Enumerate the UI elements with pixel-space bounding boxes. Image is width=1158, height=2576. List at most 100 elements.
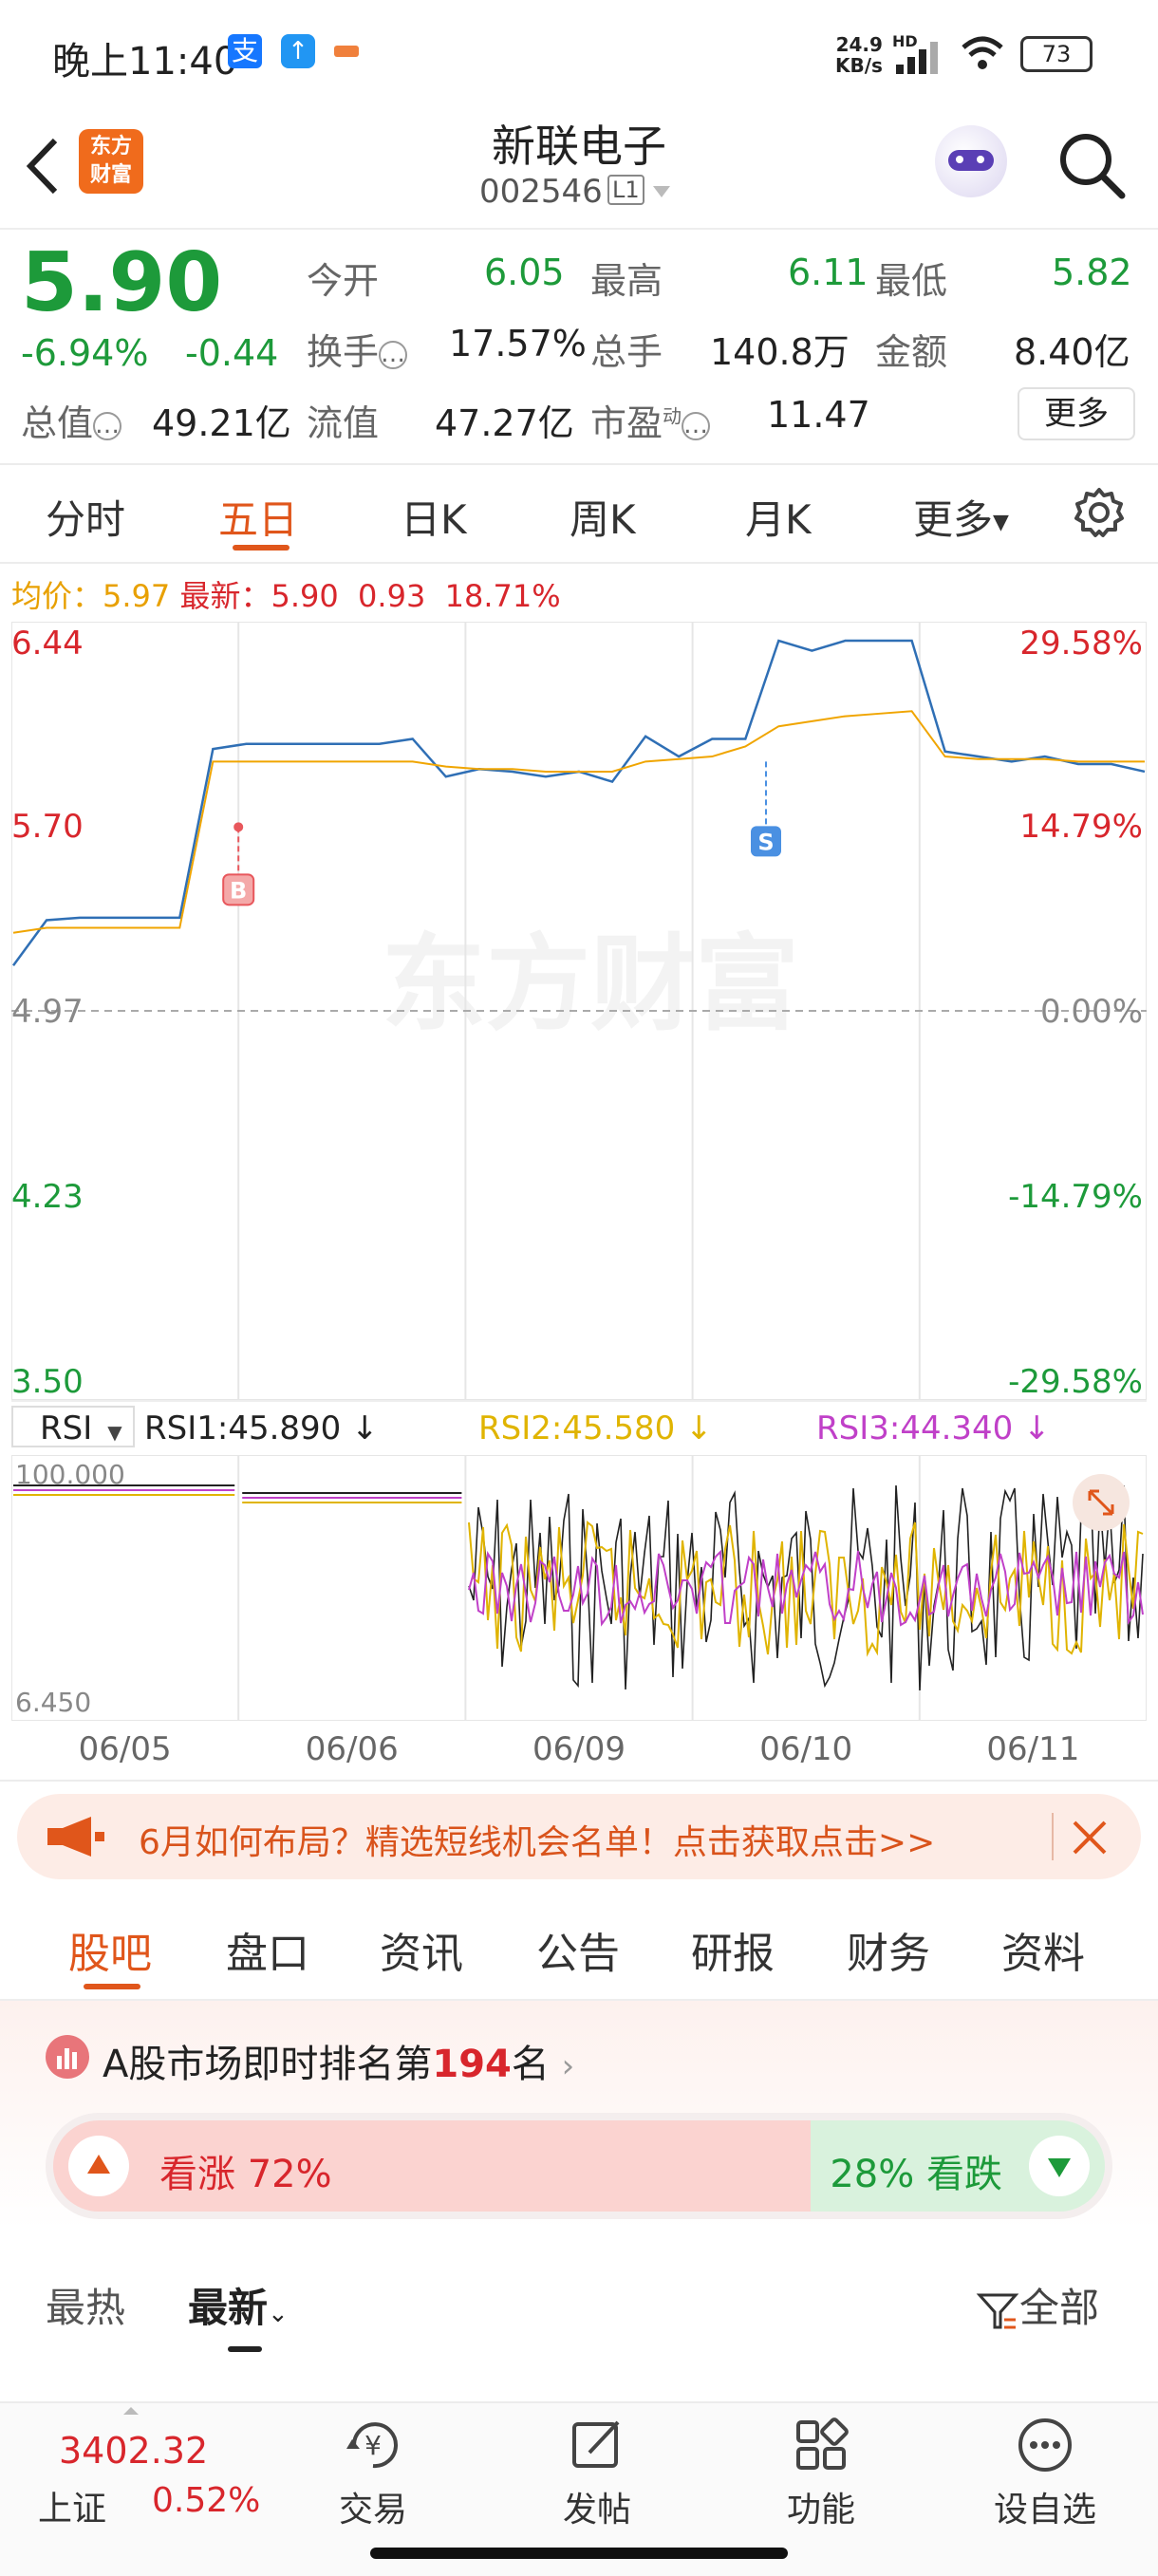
index-change[interactable]: 0.52%	[152, 2481, 260, 2520]
series-line-latest	[11, 639, 1146, 966]
level-badge[interactable]: L1	[607, 175, 644, 205]
tab-guba[interactable]: 股吧	[68, 1919, 152, 1980]
close-icon[interactable]	[1069, 1817, 1111, 1858]
ad-text: 6月如何布局？精选短线机会名单！点击获取点击>>	[139, 1823, 936, 1862]
tab-monthly-k[interactable]: 月K	[745, 488, 812, 546]
indicator-name: RSI	[40, 1409, 93, 1447]
y-left-tick: 3.50	[11, 1363, 84, 1400]
y-right-tick: 29.58%	[1019, 625, 1143, 663]
y-left-tick: 4.23	[11, 1178, 84, 1216]
tab-active-indicator	[228, 2346, 262, 2352]
dropdown-icon: ▼	[993, 511, 1009, 534]
filter-button[interactable]: 全部	[976, 2276, 1099, 2334]
volume-value: 140.8万	[710, 331, 850, 373]
bearish-label: 28% 看跌	[830, 2153, 1002, 2196]
float-cap-label: 流值	[307, 402, 380, 444]
chart-period-tabs: 分时 五日 日K 周K 月K 更多▼	[0, 465, 1158, 560]
rsi3-value: RSI3:44.340 ↓	[816, 1409, 1051, 1447]
up-arrow-icon	[68, 2136, 129, 2196]
tab-research[interactable]: 研报	[691, 1919, 775, 1980]
amount-value: 8.40亿	[1014, 331, 1130, 373]
expand-icon[interactable]	[1073, 1474, 1130, 1531]
index-name[interactable]: 上证	[38, 2481, 106, 2530]
date-tick: 06/09	[532, 1730, 626, 1768]
date-axis: 06/05 06/06 06/09 06/10 06/11	[11, 1723, 1147, 1780]
stock-header: 东方 财富 新联电子 002546 L1	[0, 104, 1158, 230]
date-tick: 06/10	[759, 1730, 853, 1768]
info-icon: …	[379, 339, 408, 369]
signal-icon	[896, 42, 938, 74]
info-icon: …	[93, 410, 122, 440]
nav-functions[interactable]: 功能	[750, 2417, 892, 2531]
total-cap-value: 49.21亿	[152, 402, 291, 444]
trade-yen-icon: ¥	[346, 2422, 398, 2469]
tab-active-indicator	[233, 545, 290, 551]
float-cap-value: 47.27亿	[435, 402, 574, 444]
high-label: 最高	[590, 260, 663, 302]
sentiment-section: A股市场即时排名第194名 › 看涨 72% 28% 看跌	[0, 2001, 1158, 2229]
sell-marker-label: S	[757, 829, 774, 855]
down-arrow-icon	[1028, 2136, 1090, 2196]
tab-intraday[interactable]: 分时	[46, 488, 125, 546]
assistant-robot-icon[interactable]	[935, 125, 1007, 197]
watermark: 东方财富	[382, 924, 799, 1045]
index-value[interactable]: 3402.32	[59, 2430, 208, 2472]
ranking-chart-icon	[46, 2035, 89, 2079]
dropdown-icon: ▼	[107, 1421, 122, 1444]
megaphone-icon	[47, 1817, 104, 1857]
tab-more[interactable]: 更多▼	[913, 488, 1009, 546]
grid-apps-icon	[796, 2417, 849, 2470]
rsi-chart[interactable]: 100.000 6.450	[11, 1455, 1147, 1721]
nav-trade[interactable]: ¥ 交易	[302, 2417, 444, 2531]
turnover-label[interactable]: 换手…	[307, 323, 408, 375]
bearish-bar[interactable]: 28% 看跌	[810, 2120, 1105, 2212]
total-cap-label[interactable]: 总值…	[21, 394, 122, 446]
y-right-tick: -14.79%	[1008, 1178, 1143, 1216]
tab-daily-k[interactable]: 日K	[401, 488, 467, 546]
dropdown-icon[interactable]	[651, 184, 672, 199]
tab-five-day[interactable]: 五日	[218, 488, 298, 546]
status-time: 晚上11:40	[52, 40, 238, 84]
rsi-top-label: 100.000	[15, 1459, 125, 1490]
y-right-tick: -29.58%	[1008, 1363, 1143, 1400]
sentiment-bar: 看涨 72% 28% 看跌	[46, 2113, 1112, 2219]
rsi1-value: RSI1:45.890 ↓	[144, 1409, 379, 1447]
stock-code: 002546	[479, 173, 603, 211]
nav-post[interactable]: 发帖	[526, 2417, 668, 2531]
tab-news[interactable]: 资讯	[380, 1919, 463, 1980]
alipay-icon: 支	[228, 34, 262, 68]
settings-gear-icon[interactable]	[1073, 486, 1126, 539]
low-label: 最低	[875, 260, 948, 302]
open-value: 6.05	[484, 252, 565, 293]
bullish-label: 看涨 72%	[159, 2153, 332, 2196]
content-tabs: 股吧 盘口 资讯 公告 研报 财务 资料	[0, 1898, 1158, 2001]
search-icon[interactable]	[1055, 129, 1128, 201]
nav-add-watchlist[interactable]: 设自选	[974, 2417, 1116, 2531]
pe-value: 11.47	[767, 394, 870, 436]
tab-weekly-k[interactable]: 周K	[570, 488, 636, 546]
more-quote-button[interactable]: 更多	[1018, 387, 1135, 440]
bottom-navigation: 3402.32 上证 0.52% ¥ 交易 发帖 功能 设自选	[0, 2401, 1158, 2576]
high-value: 6.11	[788, 252, 868, 293]
net-speed: 24.9 KB/s	[835, 33, 883, 77]
feed-tab-latest[interactable]: 最新⌄	[188, 2276, 289, 2334]
chevron-down-icon: ⌄	[268, 2300, 289, 2328]
tab-finance[interactable]: 财务	[847, 1919, 930, 1980]
turnover-value: 17.57%	[449, 323, 587, 364]
tab-announcements[interactable]: 公告	[536, 1919, 620, 1980]
filter-icon	[976, 2293, 1019, 2328]
rsi-header: RSI ▼ RSI1:45.890 ↓ RSI2:45.580 ↓ RSI3:44…	[11, 1400, 1147, 1455]
ad-banner[interactable]: 6月如何布局？精选短线机会名单！点击获取点击>>	[17, 1794, 1141, 1879]
bullish-bar[interactable]: 看涨 72%	[53, 2120, 811, 2212]
tab-profile[interactable]: 资料	[1001, 1919, 1085, 1980]
five-day-price-chart[interactable]: 东方财富 B S 6.44 5.70 4.97 4.23 3.50 29.58% 14.79%…	[11, 622, 1147, 1400]
indicator-selector[interactable]: RSI ▼	[11, 1406, 135, 1447]
home-indicator	[370, 2548, 788, 2559]
pe-label[interactable]: 市盈动…	[590, 394, 711, 446]
date-tick: 06/06	[305, 1730, 399, 1768]
tab-order-book[interactable]: 盘口	[226, 1919, 309, 1980]
upload-icon: ↑	[281, 34, 315, 68]
y-right-tick: 14.79%	[1019, 808, 1143, 846]
feed-tab-hot[interactable]: 最热	[46, 2276, 125, 2334]
ranking-text[interactable]: A股市场即时排名第194名 ›	[103, 2033, 574, 2088]
